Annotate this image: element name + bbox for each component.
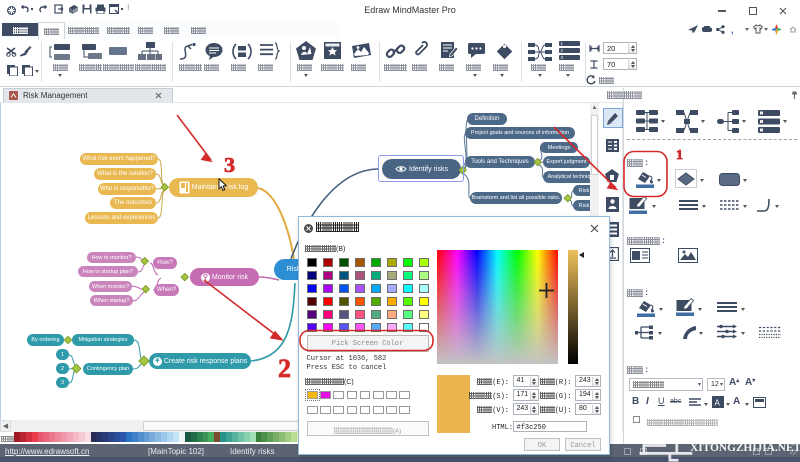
svg-text:3: 3 — [224, 154, 235, 177]
svg-text:1: 1 — [676, 148, 683, 163]
svg-text:2: 2 — [278, 354, 291, 383]
